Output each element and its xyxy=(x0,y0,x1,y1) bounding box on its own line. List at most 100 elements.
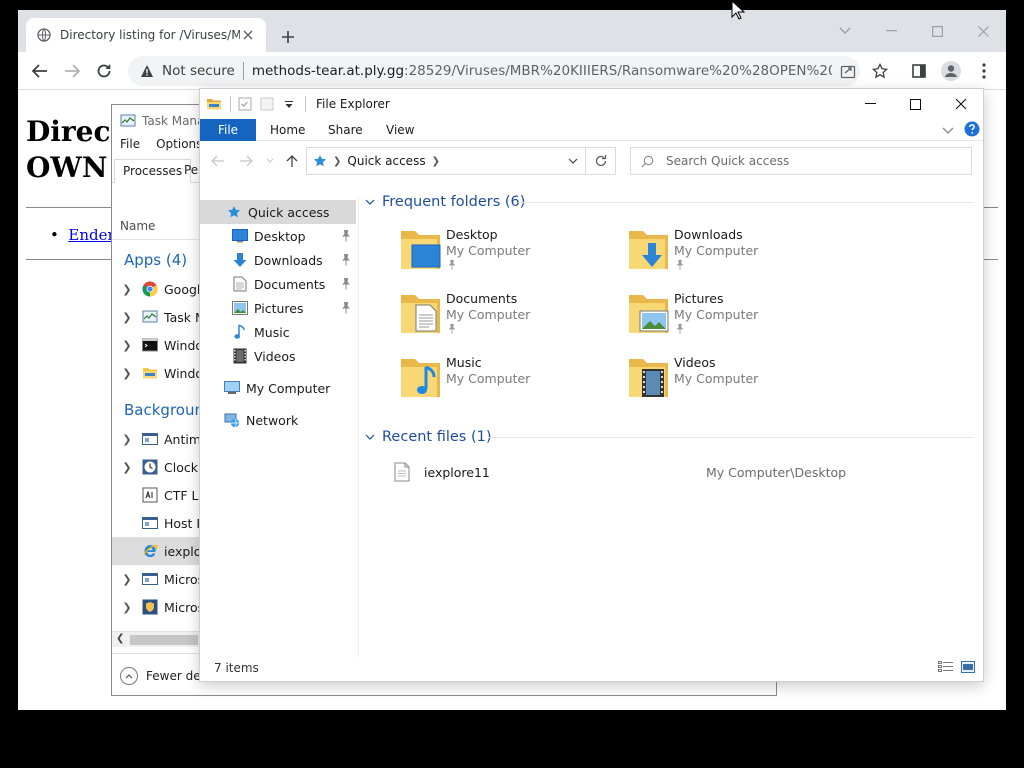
nav-item-documents[interactable]: Documents xyxy=(200,272,356,296)
minimize-icon[interactable] xyxy=(876,16,906,46)
bookmark-star-icon[interactable] xyxy=(867,58,893,84)
chevron-right-icon[interactable]: ❯ xyxy=(120,283,134,296)
tab-search-icon[interactable] xyxy=(830,16,860,46)
downloads-folder-icon xyxy=(629,231,668,269)
folder-tile[interactable]: Documents My Computer xyxy=(400,291,620,351)
folder-tile[interactable]: Videos My Computer xyxy=(628,355,848,415)
share-icon[interactable] xyxy=(835,58,861,84)
ribbon-tab-home[interactable]: Home xyxy=(258,119,317,141)
nav-item-my-computer[interactable]: My Computer xyxy=(200,376,356,400)
close-icon[interactable] xyxy=(938,89,983,119)
chevron-right-icon[interactable]: ❯ xyxy=(120,461,134,474)
more-menu-icon[interactable] xyxy=(971,58,997,84)
refresh-icon[interactable] xyxy=(586,147,616,175)
folder-tile[interactable]: Music My Computer xyxy=(400,355,620,415)
nav-item-quick-access[interactable]: Quick access xyxy=(200,200,356,224)
browser-toolbar: Not secure methods-tear.at.ply.gg:28529/… xyxy=(18,52,1006,90)
chevron-right-icon[interactable]: ❯ xyxy=(120,367,134,380)
profile-avatar-icon[interactable] xyxy=(938,58,964,84)
breadcrumb-chevron-icon[interactable]: ❯ xyxy=(333,156,341,167)
url-text[interactable]: methods-tear.at.ply.gg:28529/Viruses/MBR… xyxy=(252,63,832,79)
nav-item-videos[interactable]: Videos xyxy=(200,344,356,368)
menu-file[interactable]: File xyxy=(120,137,140,155)
nav-item-desktop[interactable]: Desktop xyxy=(200,224,356,248)
recent-locations-icon[interactable] xyxy=(260,151,280,171)
process-name: Windo xyxy=(164,337,204,353)
section-title: Frequent folders (6) xyxy=(382,194,526,210)
pin-icon[interactable] xyxy=(340,253,352,267)
chevron-right-icon[interactable]: ❯ xyxy=(120,601,134,614)
globe-icon xyxy=(36,27,52,43)
properties-icon[interactable] xyxy=(237,96,253,112)
scroll-left-icon[interactable]: ❮ xyxy=(116,633,124,644)
section-title: Recent files (1) xyxy=(382,429,492,445)
security-label[interactable]: Not secure xyxy=(162,63,235,79)
chrome-icon xyxy=(142,281,158,297)
recent-file-row[interactable]: iexplore11 My Computer\Desktop xyxy=(360,459,970,485)
document-icon xyxy=(232,276,248,292)
group-background: Backgroun xyxy=(124,401,204,419)
chevron-right-icon[interactable]: ❯ xyxy=(120,573,134,586)
process-name: Host P xyxy=(164,515,204,531)
search-icon xyxy=(641,155,654,168)
breadcrumb-chevron-icon[interactable]: ❯ xyxy=(432,156,440,167)
nav-item-pictures[interactable]: Pictures xyxy=(200,296,356,320)
chevron-right-icon[interactable]: ❯ xyxy=(120,311,134,324)
search-input[interactable]: Search Quick access xyxy=(630,147,972,175)
process-name: Windo xyxy=(164,365,204,381)
nav-label: Network xyxy=(246,412,299,428)
nav-item-downloads[interactable]: Downloads xyxy=(200,248,356,272)
expand-ribbon-icon[interactable] xyxy=(942,124,954,138)
section-frequent-folders[interactable]: Frequent folders (6) xyxy=(364,192,525,212)
chevron-right-icon[interactable]: ❯ xyxy=(120,339,134,352)
column-header-name[interactable]: Name xyxy=(120,219,155,233)
pin-icon[interactable] xyxy=(340,229,352,243)
explorer-titlebar[interactable]: File Explorer xyxy=(200,89,983,119)
ribbon-tab-file[interactable]: File xyxy=(200,119,256,141)
scrollbar-thumb[interactable] xyxy=(130,635,198,645)
warning-icon[interactable] xyxy=(140,64,154,78)
close-icon[interactable] xyxy=(968,16,998,46)
minimize-icon[interactable] xyxy=(847,89,893,119)
ribbon-tab-view[interactable]: View xyxy=(374,119,426,141)
address-dropdown-icon[interactable] xyxy=(561,148,585,174)
ribbon-tab-share[interactable]: Share xyxy=(316,119,375,141)
close-tab-icon[interactable] xyxy=(240,27,256,43)
breadcrumb-bar[interactable]: ❯ Quick access ❯ xyxy=(306,147,586,175)
section-recent-files[interactable]: Recent files (1) xyxy=(364,427,492,447)
pin-icon[interactable] xyxy=(340,277,352,291)
address-bar[interactable]: Not secure methods-tear.at.ply.gg:28529/… xyxy=(128,56,860,86)
pin-icon[interactable] xyxy=(340,301,352,315)
maximize-icon[interactable] xyxy=(922,16,952,46)
breadcrumb-quick-access[interactable]: Quick access xyxy=(347,154,425,168)
download-arrow-icon xyxy=(232,252,248,268)
file-icon xyxy=(394,462,410,482)
folder-tile[interactable]: Pictures My Computer xyxy=(628,291,848,351)
folder-location: My Computer xyxy=(674,371,759,386)
forward-icon[interactable] xyxy=(59,58,85,84)
large-icons-view-icon[interactable] xyxy=(959,659,977,675)
maximize-icon[interactable] xyxy=(892,89,938,119)
side-panel-icon[interactable] xyxy=(906,58,932,84)
folder-tile[interactable]: Desktop My Computer xyxy=(400,227,620,287)
menu-options[interactable]: Options xyxy=(156,137,202,155)
folder-tile[interactable]: Downloads My Computer xyxy=(628,227,848,287)
customize-qat-icon[interactable] xyxy=(281,96,297,112)
back-icon[interactable] xyxy=(208,151,228,171)
task-manager-menubar: File Options xyxy=(112,137,210,155)
navigation-pane-divider xyxy=(358,197,359,657)
details-view-icon[interactable] xyxy=(937,659,955,675)
back-icon[interactable] xyxy=(27,58,53,84)
forward-icon[interactable] xyxy=(236,151,256,171)
status-item-count: 7 items xyxy=(214,661,259,675)
chevron-right-icon[interactable]: ❯ xyxy=(120,433,134,446)
nav-item-network[interactable]: Network xyxy=(200,408,356,432)
help-icon[interactable] xyxy=(964,121,980,140)
up-icon[interactable] xyxy=(282,151,302,171)
horizontal-scrollbar[interactable]: ❮ xyxy=(112,631,200,647)
reload-icon[interactable] xyxy=(91,58,117,84)
new-folder-icon[interactable] xyxy=(259,96,275,112)
nav-item-music[interactable]: Music xyxy=(200,320,356,344)
browser-tab[interactable]: Directory listing for /Viruses/MBR%20KII… xyxy=(26,18,266,52)
new-tab-icon[interactable] xyxy=(276,25,300,49)
